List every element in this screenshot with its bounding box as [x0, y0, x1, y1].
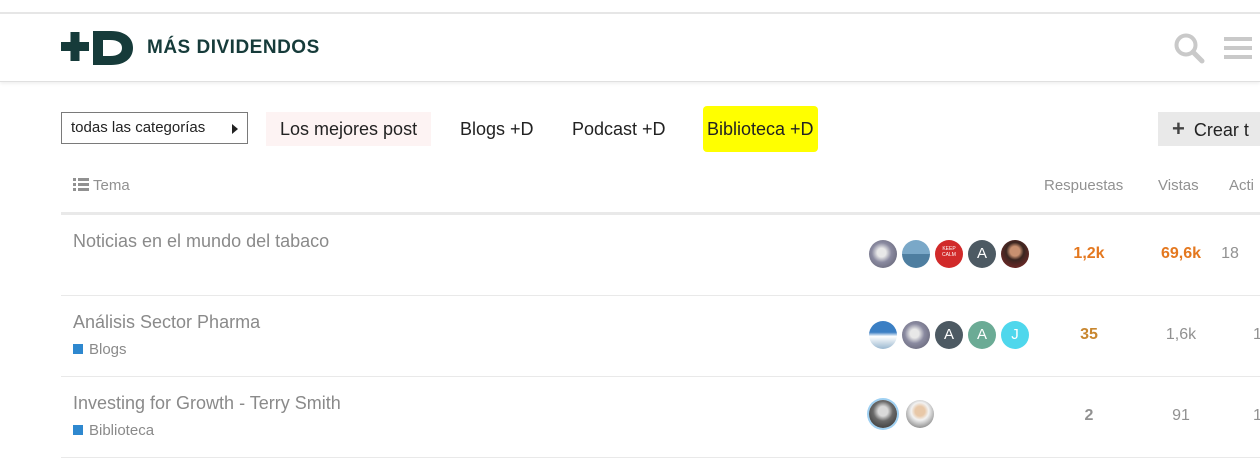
avatar[interactable]: [902, 240, 930, 268]
replies-count[interactable]: 1,2k: [1059, 245, 1119, 263]
nav-los-mejores-post[interactable]: Los mejores post: [266, 112, 432, 146]
views-count: 69,6k: [1160, 245, 1202, 262]
activity-time[interactable]: 18: [1215, 245, 1245, 263]
column-header-topic-label: Tema: [93, 177, 130, 194]
topic-title-link[interactable]: Noticias en el mundo del tabaco: [73, 231, 329, 252]
avatar[interactable]: [902, 321, 930, 349]
create-topic-label: Crear t: [1193, 120, 1249, 140]
search-icon[interactable]: [1173, 32, 1205, 64]
logo-mark[interactable]: [61, 30, 133, 66]
category-dropdown[interactable]: todas las categorías: [61, 112, 248, 144]
avatar[interactable]: A: [935, 321, 963, 349]
topic-category-label: Biblioteca: [89, 422, 155, 439]
row-divider: [61, 295, 1260, 296]
avatar[interactable]: KEEP CALM: [935, 240, 963, 268]
avatar[interactable]: [869, 400, 897, 428]
avatar[interactable]: A: [968, 321, 996, 349]
topic-title-link[interactable]: Análisis Sector Pharma: [73, 312, 260, 333]
category-color-square: [73, 344, 83, 354]
row-divider: [61, 376, 1260, 377]
avatar[interactable]: [1001, 240, 1029, 268]
avatar[interactable]: [869, 240, 897, 268]
list-icon: [73, 178, 89, 191]
table-header-divider: [61, 212, 1260, 215]
column-header-topic[interactable]: Tema: [73, 177, 130, 194]
topic-title-link[interactable]: Investing for Growth - Terry Smith: [73, 393, 341, 414]
topic-category-label: Blogs: [89, 341, 127, 358]
plus-icon: +: [1172, 116, 1185, 141]
category-dropdown-label: todas las categorías: [71, 119, 206, 136]
avatar[interactable]: J: [1001, 321, 1029, 349]
nav-podcast[interactable]: Podcast +D: [572, 112, 666, 146]
column-header-replies[interactable]: Respuestas: [1044, 177, 1123, 194]
views-count: 1,6k: [1165, 326, 1197, 343]
nav-blogs[interactable]: Blogs +D: [460, 112, 534, 146]
activity-time[interactable]: 1: [1215, 407, 1260, 425]
replies-count[interactable]: 2: [1059, 407, 1119, 425]
column-header-activity[interactable]: Acti: [1229, 177, 1254, 194]
activity-time[interactable]: 1: [1215, 326, 1260, 344]
create-topic-button[interactable]: + Crear t: [1158, 112, 1260, 146]
views-count: 91: [1172, 407, 1190, 424]
topic-category-badge[interactable]: Biblioteca: [73, 422, 154, 439]
avatar[interactable]: A: [968, 240, 996, 268]
nav-biblioteca[interactable]: Biblioteca +D: [703, 106, 818, 152]
replies-count[interactable]: 35: [1059, 326, 1119, 344]
caret-right-icon: [232, 124, 238, 134]
menu-icon[interactable]: [1224, 34, 1252, 62]
avatar[interactable]: [869, 321, 897, 349]
site-header: MÁS DIVIDENDOS: [0, 14, 1260, 82]
column-header-views[interactable]: Vistas: [1158, 177, 1199, 194]
topic-category-badge[interactable]: Blogs: [73, 341, 127, 358]
row-divider: [61, 457, 1260, 458]
category-color-square: [73, 425, 83, 435]
logo-text[interactable]: MÁS DIVIDENDOS: [147, 37, 320, 59]
avatar[interactable]: [906, 400, 934, 428]
